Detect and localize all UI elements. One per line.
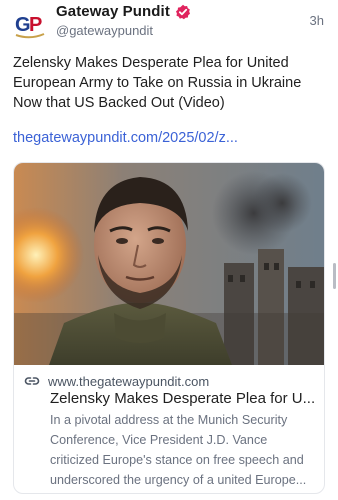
post-text: Zelensky Makes Desperate Plea for United…: [13, 55, 302, 111]
timestamp[interactable]: 3h: [310, 13, 324, 28]
scrollbar[interactable]: [333, 263, 336, 289]
card-description: In a pivotal address at the Munich Secur…: [50, 413, 307, 487]
gateway-pundit-logo: G P: [15, 14, 45, 39]
card-domain: www.thegatewaypundit.com: [48, 373, 210, 389]
post: G P Gateway Pundit @gatewaypundit 3h Zel…: [0, 0, 338, 500]
verified-badge-icon: [175, 4, 191, 20]
post-link[interactable]: thegatewaypundit.com/2025/02/z...: [13, 130, 238, 146]
author-name-row: Gateway Pundit: [56, 3, 191, 20]
card-image: [14, 163, 324, 365]
handle[interactable]: @gatewaypundit: [56, 23, 153, 38]
link-icon: [24, 373, 40, 389]
card-domain-row: www.thegatewaypundit.com: [24, 373, 209, 389]
avatar[interactable]: G P: [12, 6, 48, 42]
link-preview-card[interactable]: www.thegatewaypundit.com Zelensky Makes …: [13, 162, 325, 494]
card-title[interactable]: Zelensky Makes Desperate Plea for U...: [50, 390, 316, 407]
svg-text:P: P: [29, 14, 42, 36]
display-name[interactable]: Gateway Pundit: [56, 3, 170, 20]
